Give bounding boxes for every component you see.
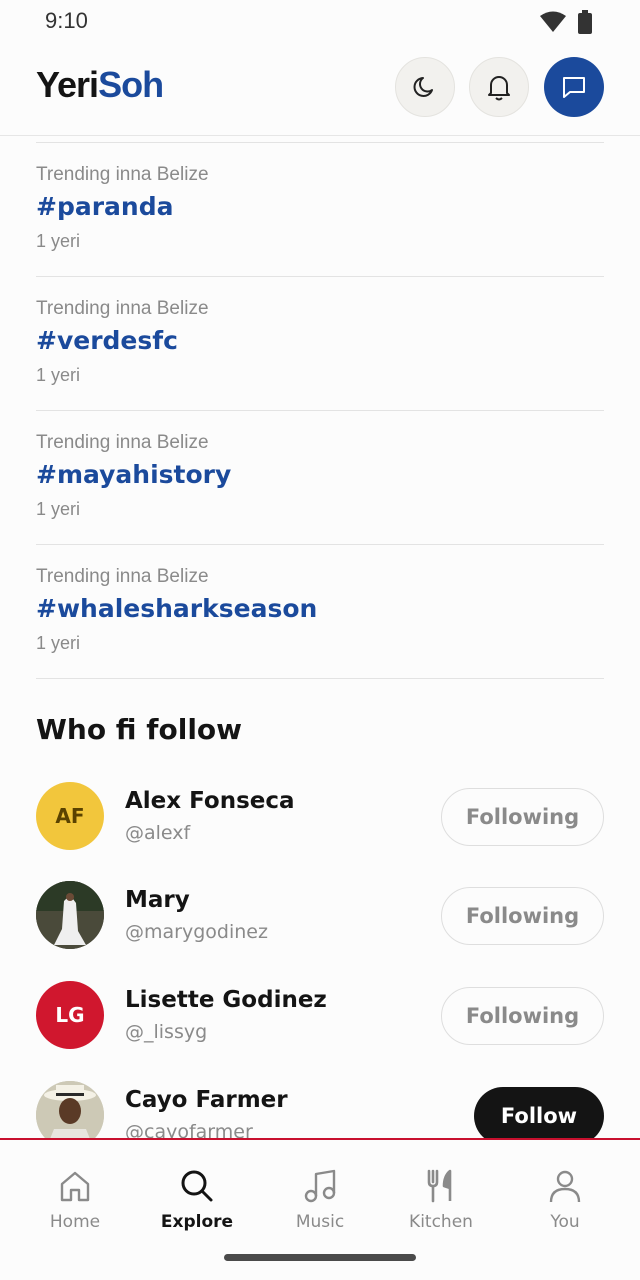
status-bar: 9:10 [0, 0, 640, 44]
person-name[interactable]: Lisette Godinez [125, 987, 327, 1013]
person-handle: @_lissyg [125, 1021, 208, 1043]
trending-item[interactable]: Trending inna Belize #paranda 1 yeri [36, 142, 604, 276]
trend-hashtag[interactable]: #verdesfc [36, 326, 178, 355]
bell-icon [488, 76, 510, 101]
following-button[interactable]: Following [441, 987, 604, 1045]
avatar-initials: AF [55, 804, 85, 828]
nav-label: Music [295, 1212, 345, 1232]
status-icons [540, 10, 592, 34]
nav-label: Explore [160, 1212, 234, 1232]
logo-part-2: Soh [98, 64, 164, 105]
nav-item-music[interactable]: Music [270, 1164, 370, 1232]
trend-context: Trending inna Belize [36, 432, 209, 453]
who-to-follow-title: Who fi follow [36, 713, 243, 746]
nav-label: You [550, 1212, 580, 1232]
nav-label: Home [49, 1212, 101, 1232]
home-icon [60, 1171, 90, 1202]
notifications-button[interactable] [469, 57, 529, 117]
avatar[interactable]: LG [36, 981, 104, 1049]
chat-icon [563, 77, 585, 98]
person-handle: @marygodinez [125, 921, 268, 943]
nav-item-home[interactable]: Home [25, 1164, 125, 1232]
trending-list: Trending inna Belize #paranda 1 yeri Tre… [36, 142, 604, 679]
logo-part-1: Yeri [36, 64, 99, 105]
avatar[interactable]: AF [36, 782, 104, 850]
fork-knife-icon [427, 1169, 452, 1203]
nav-item-explore[interactable]: Explore [147, 1164, 247, 1232]
dark-mode-button[interactable] [395, 57, 455, 117]
moon-icon [413, 77, 433, 97]
nav-label: Kitchen [409, 1212, 473, 1232]
nav-item-kitchen[interactable]: Kitchen [391, 1164, 491, 1232]
person-name[interactable]: Alex Fonseca [125, 788, 295, 814]
messages-button[interactable] [544, 57, 604, 117]
trending-item[interactable]: Trending inna Belize #verdesfc 1 yeri [36, 276, 604, 410]
follow-suggestion[interactable]: Mary @marygodinez Following [36, 881, 604, 951]
trend-context: Trending inna Belize [36, 566, 209, 587]
trend-count: 1 yeri [36, 231, 81, 251]
person-name[interactable]: Mary [125, 887, 190, 913]
app-logo[interactable]: YeriSoh [36, 64, 164, 106]
following-button[interactable]: Following [441, 788, 604, 846]
avatar-photo [36, 881, 104, 949]
nav-item-you[interactable]: You [515, 1164, 615, 1232]
status-time: 9:10 [45, 8, 88, 33]
trend-hashtag[interactable]: #paranda [36, 192, 173, 221]
app-header: YeriSoh [0, 44, 640, 136]
avatar[interactable] [36, 881, 104, 949]
divider [36, 678, 604, 679]
follow-button[interactable]: Follow [474, 1087, 604, 1145]
trend-count: 1 yeri [36, 365, 81, 385]
follow-suggestion[interactable]: AF Alex Fonseca @alexf Following [36, 782, 604, 852]
music-note-icon [304, 1169, 336, 1203]
following-button[interactable]: Following [441, 887, 604, 945]
avatar-initials: LG [55, 1003, 85, 1027]
trend-context: Trending inna Belize [36, 164, 209, 185]
trend-hashtag[interactable]: #mayahistory [36, 460, 231, 489]
follow-suggestion[interactable]: LG Lisette Godinez @_lissyg Following [36, 981, 604, 1051]
search-icon [181, 1170, 213, 1202]
trend-context: Trending inna Belize [36, 298, 209, 319]
trending-item[interactable]: Trending inna Belize #whalesharkseason 1… [36, 544, 604, 678]
trend-count: 1 yeri [36, 633, 81, 653]
trend-count: 1 yeri [36, 499, 81, 519]
person-icon [549, 1170, 581, 1203]
battery-icon [578, 10, 592, 34]
person-name[interactable]: Cayo Farmer [125, 1087, 288, 1113]
home-indicator[interactable] [224, 1254, 416, 1261]
trending-item[interactable]: Trending inna Belize #mayahistory 1 yeri [36, 410, 604, 544]
person-handle: @alexf [125, 822, 191, 844]
trend-hashtag[interactable]: #whalesharkseason [36, 594, 317, 623]
wifi-icon [540, 11, 566, 32]
